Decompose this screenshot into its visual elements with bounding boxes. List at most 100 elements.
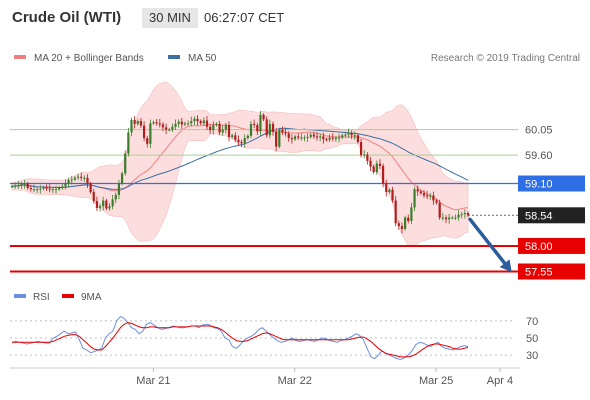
candle-body: [142, 125, 146, 139]
candle-body: [466, 213, 470, 216]
candle-body: [174, 123, 177, 127]
candle-body: [48, 188, 51, 190]
candle-body: [426, 195, 429, 197]
candle-body: [130, 119, 133, 133]
candle-body: [227, 125, 231, 137]
candle-body: [114, 194, 117, 200]
candle-body: [149, 123, 152, 144]
candle-body: [410, 207, 413, 221]
candle-body: [155, 122, 158, 124]
candle-body: [259, 114, 262, 132]
candle-body: [334, 138, 338, 140]
candle-body: [73, 177, 76, 180]
candle-body: [199, 121, 202, 124]
candle-body: [356, 135, 360, 143]
candle-body: [209, 126, 212, 131]
candle-body: [341, 135, 344, 138]
candle-body: [457, 214, 460, 218]
ma9-legend-swatch: [62, 294, 74, 298]
candle-body: [391, 189, 394, 201]
candle-body: [133, 119, 136, 124]
candle-body: [32, 189, 36, 191]
candle-body: [218, 123, 221, 133]
candle-body: [51, 189, 54, 191]
ma9-legend-label: 9MA: [81, 292, 102, 303]
x-tick-label: Mar 25: [419, 375, 453, 387]
candle-body: [80, 176, 83, 178]
candle-body: [20, 184, 23, 186]
candle-body: [347, 133, 350, 135]
candle-body: [58, 187, 61, 190]
candle-body: [262, 114, 265, 120]
candle-body: [275, 131, 278, 147]
candle-body: [416, 189, 419, 192]
candle-body: [337, 137, 341, 139]
candle-body: [419, 191, 422, 194]
candle-body: [407, 217, 410, 221]
candle-body: [92, 192, 95, 202]
candle-body: [372, 166, 375, 173]
candle-body: [359, 142, 363, 156]
candle-body: [422, 193, 426, 196]
candle-body: [177, 121, 180, 124]
candle-body: [303, 137, 306, 139]
candle-body: [212, 125, 215, 131]
candle-body: [187, 123, 190, 125]
rsi-tick-label: 50: [526, 333, 538, 345]
candle-body: [23, 183, 26, 185]
candle-body: [378, 163, 382, 166]
candle-body: [441, 217, 444, 219]
candle-body: [240, 142, 243, 144]
candle-body: [281, 129, 284, 133]
candle-body: [117, 183, 121, 195]
candle-body: [95, 201, 99, 208]
candle-body: [369, 160, 372, 167]
candle-body: [205, 120, 209, 127]
ma20-legend-label: MA 20 + Bollinger Bands: [34, 53, 144, 64]
rsi-legend-label: RSI: [33, 292, 50, 303]
candle-body: [451, 217, 454, 219]
candle-body: [180, 121, 183, 125]
rsi-legend-swatch: [14, 294, 26, 298]
candle-body: [45, 187, 48, 189]
candle-body: [139, 121, 143, 126]
candle-body: [243, 138, 246, 144]
candle-body: [171, 126, 174, 130]
price-chart: MA 20 + Bollinger Bands MA 50 Research ©…: [10, 53, 585, 387]
candle-body: [322, 136, 325, 140]
candle-body: [61, 186, 64, 188]
candle-body: [319, 136, 322, 138]
candle-body: [432, 195, 435, 201]
candle-body: [413, 189, 416, 208]
candle-body: [105, 200, 108, 209]
candle-body: [381, 165, 385, 184]
candle-body: [164, 127, 168, 130]
support-label: 58.00: [525, 241, 553, 253]
candle-body: [460, 214, 463, 216]
candle-body: [36, 189, 39, 191]
candle-body: [454, 217, 457, 219]
candle-body: [290, 138, 293, 140]
candle-body: [146, 138, 149, 144]
candle-body: [215, 123, 218, 126]
candle-body: [10, 186, 14, 188]
candle-body: [83, 177, 86, 179]
candle-body: [366, 154, 369, 161]
candle-body: [136, 121, 139, 124]
candle-body: [124, 153, 127, 174]
candle-body: [64, 183, 67, 187]
candle-body: [287, 133, 290, 139]
candle-body: [17, 185, 20, 187]
candle-body: [293, 136, 297, 140]
candle-body: [325, 139, 328, 141]
pivot-label: 59.10: [525, 179, 553, 191]
candle-body: [463, 213, 466, 215]
ma50-legend-label: MA 50: [188, 53, 217, 64]
candle-body: [315, 136, 319, 138]
candle-body: [375, 163, 378, 173]
x-tick-label: Apr 4: [487, 375, 513, 387]
ma50-legend-swatch: [168, 55, 180, 59]
candle-body: [435, 200, 438, 203]
resistance-label: 59.60: [525, 150, 553, 162]
candle-body: [246, 135, 249, 139]
